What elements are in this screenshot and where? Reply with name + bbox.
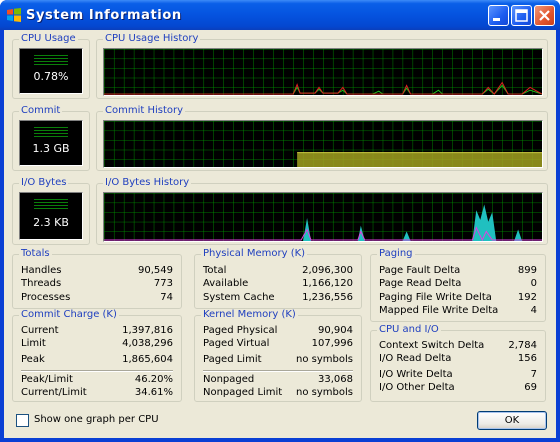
- system-information-window: System Information CPU Usage 0.78% CPU U…: [0, 0, 560, 442]
- physical-memory-row-total: Total 2,096,300: [203, 265, 353, 276]
- kernel-memory-row-paged-virtual: Paged Virtual 107,996: [203, 338, 353, 349]
- minimize-button[interactable]: [488, 5, 509, 26]
- maximize-button[interactable]: [511, 5, 532, 26]
- cpu-history-graph: [103, 48, 543, 96]
- commit-charge-row-current: Current 1,397,816: [21, 325, 173, 336]
- ok-button[interactable]: OK: [477, 411, 547, 430]
- kernel-memory-divider: [203, 370, 353, 372]
- dialog-client-area: CPU Usage 0.78% CPU Usage History Commit: [4, 30, 556, 438]
- io-bytes-label: I/O Bytes: [19, 177, 69, 188]
- kernel-memory-title: Kernel Memory (K): [201, 309, 298, 320]
- cpu-usage-label: CPU Usage: [19, 33, 78, 44]
- commit-label: Commit: [19, 105, 63, 116]
- commit-charge-row-current-limit: Current/Limit 34.61%: [21, 387, 173, 398]
- kernel-memory-row-nonpaged: Nonpaged 33,068: [203, 374, 353, 385]
- cpu-io-row-io-read-delta: I/O Read Delta 156: [379, 353, 537, 364]
- io-bytes-bars: [34, 199, 68, 211]
- physical-memory-row-available: Available 1,166,120: [203, 278, 353, 289]
- cpu-io-title: CPU and I/O: [377, 324, 441, 335]
- one-graph-per-cpu-checkbox[interactable]: [16, 414, 29, 427]
- io-history-group: I/O Bytes History: [96, 177, 548, 245]
- maximize-icon: [515, 9, 528, 22]
- one-graph-per-cpu-label[interactable]: Show one graph per CPU: [34, 414, 159, 425]
- cpu-history-label: CPU Usage History: [103, 33, 201, 44]
- kernel-memory-group: Kernel Memory (K) Paged Physical 90,904 P…: [194, 309, 362, 402]
- commit-history-label: Commit History: [103, 105, 186, 116]
- totals-row-threads: Threads 773: [21, 278, 173, 289]
- paging-row-paging-file-write-delta: Paging File Write Delta 192: [379, 292, 537, 303]
- paging-row-mapped-file-write-delta: Mapped File Write Delta 4: [379, 305, 537, 316]
- cpu-io-group: CPU and I/O Context Switch Delta 2,784 I/…: [370, 324, 546, 402]
- io-history-graph: [103, 192, 543, 242]
- window-title: System Information: [26, 8, 182, 23]
- cpu-usage-meter: 0.78%: [19, 48, 83, 94]
- io-bytes-group: I/O Bytes 2.3 KB: [12, 177, 90, 245]
- kernel-memory-row-nonpaged-limit: Nonpaged Limit no symbols: [203, 387, 353, 398]
- kernel-memory-row-paged-limit: Paged Limit no symbols: [203, 354, 353, 365]
- minimize-icon: [493, 18, 500, 21]
- cpu-history-group: CPU Usage History: [96, 33, 548, 99]
- totals-title: Totals: [19, 248, 52, 259]
- cpu-io-row-io-other-delta: I/O Other Delta 69: [379, 382, 537, 393]
- kernel-memory-row-paged-physical: Paged Physical 90,904: [203, 325, 353, 336]
- paging-row-page-fault-delta: Page Fault Delta 899: [379, 265, 537, 276]
- cpu-usage-value: 0.78%: [33, 70, 69, 83]
- commit-charge-group: Commit Charge (K) Current 1,397,816 Limit…: [12, 309, 182, 402]
- cpu-history-plot: [104, 49, 542, 95]
- commit-history-plot: [104, 121, 542, 167]
- commit-charge-row-peak: Peak 1,865,604: [21, 354, 173, 365]
- commit-charge-row-limit: Limit 4,038,296: [21, 338, 173, 349]
- commit-charge-title: Commit Charge (K): [19, 309, 119, 320]
- totals-row-processes: Processes 74: [21, 292, 173, 303]
- close-button[interactable]: [534, 5, 555, 26]
- commit-value: 1.3 GB: [32, 142, 70, 155]
- commit-group: Commit 1.3 GB: [12, 105, 90, 171]
- cpu-io-row-context-switch-delta: Context Switch Delta 2,784: [379, 340, 537, 351]
- totals-row-handles: Handles 90,549: [21, 265, 173, 276]
- cpu-io-row-io-write-delta: I/O Write Delta 7: [379, 369, 537, 380]
- physical-memory-title: Physical Memory (K): [201, 248, 308, 259]
- commit-history-graph: [103, 120, 543, 168]
- io-history-label: I/O Bytes History: [103, 177, 192, 188]
- commit-bars: [34, 127, 68, 139]
- paging-group: Paging Page Fault Delta 899 Page Read Del…: [370, 248, 546, 322]
- cpu-usage-bars: [34, 55, 68, 67]
- commit-history-group: Commit History: [96, 105, 548, 171]
- close-icon: [539, 10, 550, 21]
- totals-group: Totals Handles 90,549 Threads 773 Processe…: [12, 248, 182, 309]
- commit-charge-row-peak-limit: Peak/Limit 46.20%: [21, 374, 173, 385]
- paging-row-page-read-delta: Page Read Delta 0: [379, 278, 537, 289]
- physical-memory-row-system-cache: System Cache 1,236,556: [203, 292, 353, 303]
- windows-logo-icon: [7, 8, 21, 22]
- io-bytes-meter: 2.3 KB: [19, 192, 83, 240]
- io-history-plot: [104, 193, 542, 241]
- commit-charge-divider: [21, 370, 173, 372]
- commit-meter: 1.3 GB: [19, 120, 83, 166]
- title-bar[interactable]: System Information: [0, 0, 560, 30]
- cpu-usage-group: CPU Usage 0.78%: [12, 33, 90, 99]
- paging-title: Paging: [377, 248, 415, 259]
- io-bytes-value: 2.3 KB: [33, 216, 69, 229]
- physical-memory-group: Physical Memory (K) Total 2,096,300 Avail…: [194, 248, 362, 309]
